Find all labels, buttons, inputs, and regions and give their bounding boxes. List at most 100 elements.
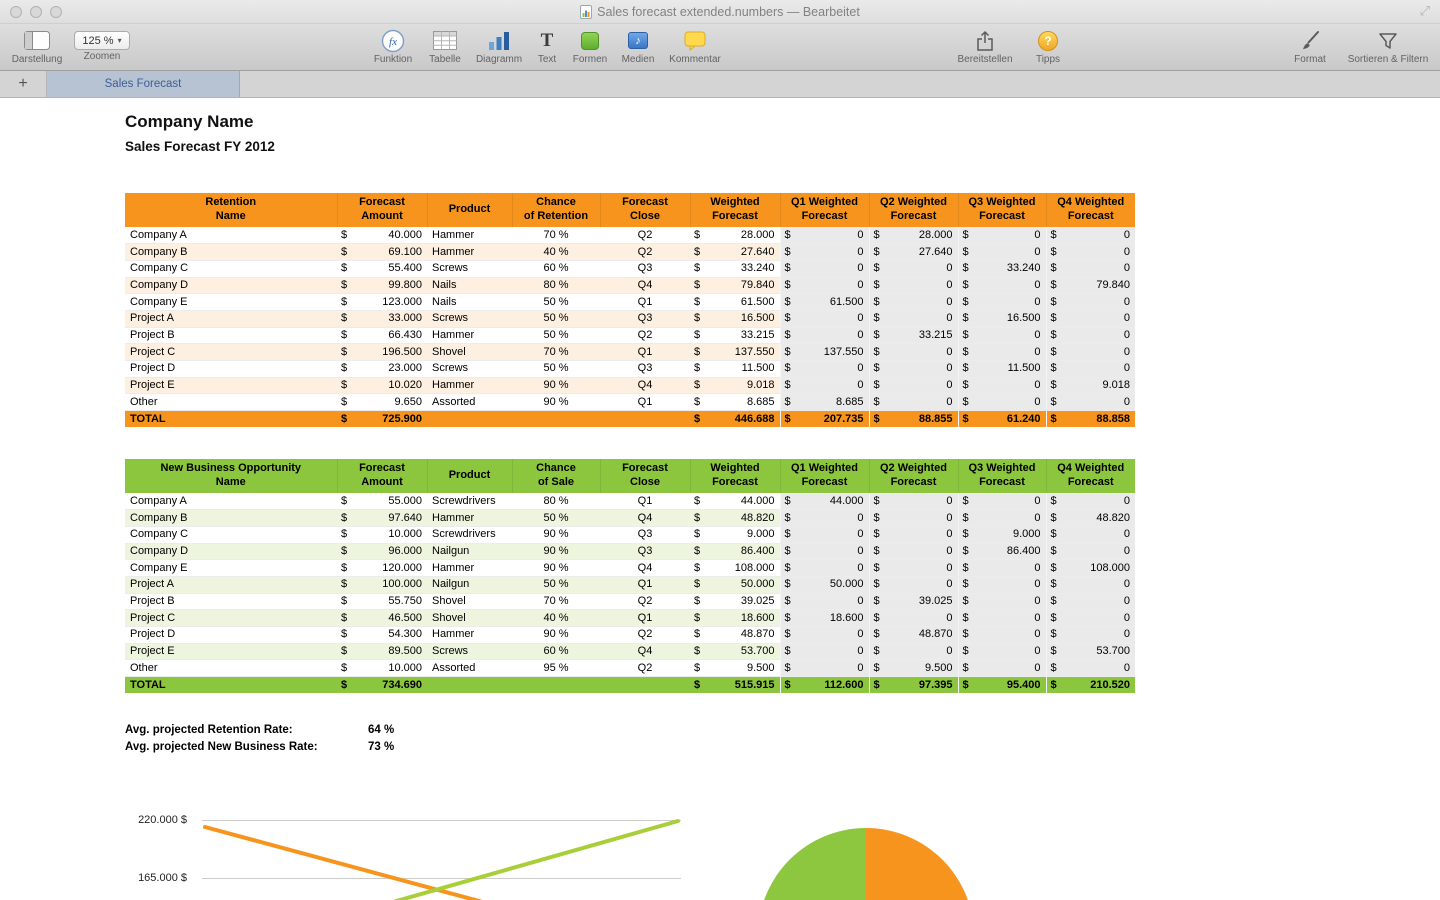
pie-chart[interactable] (758, 828, 974, 900)
cell[interactable]: Company A (125, 493, 337, 510)
cell[interactable]: Project E (125, 643, 337, 660)
text-button[interactable]: T Text (530, 24, 564, 70)
cell[interactable]: 95 % (512, 660, 600, 677)
cell[interactable]: $55.750 (337, 593, 427, 610)
cell[interactable]: 80 % (512, 277, 600, 294)
column-header[interactable]: New Business Opportunity Name (125, 459, 337, 493)
cell[interactable]: $0 (869, 543, 958, 560)
cell[interactable]: $16.500 (958, 310, 1046, 327)
cell[interactable]: Screws (427, 260, 512, 277)
sheet-subtitle[interactable]: Sales Forecast FY 2012 (125, 139, 275, 154)
cell[interactable]: $0 (780, 560, 869, 577)
cell[interactable]: $18.600 (690, 610, 780, 627)
close-button[interactable] (10, 6, 22, 18)
cell[interactable]: $137.550 (780, 344, 869, 361)
cell[interactable]: $61.500 (780, 294, 869, 311)
cell[interactable]: Hammer (427, 627, 512, 644)
cell[interactable]: 50 % (512, 327, 600, 344)
cell[interactable]: $8.685 (780, 394, 869, 411)
cell[interactable]: $0 (869, 361, 958, 378)
cell[interactable]: Assorted (427, 394, 512, 411)
cell[interactable]: $0 (780, 660, 869, 677)
cell[interactable]: Project A (125, 310, 337, 327)
cell[interactable]: 70 % (512, 593, 600, 610)
cell[interactable]: 50 % (512, 294, 600, 311)
cell[interactable]: 50 % (512, 310, 600, 327)
cell[interactable]: Other (125, 394, 337, 411)
cell[interactable]: 70 % (512, 227, 600, 244)
cell[interactable]: Project C (125, 344, 337, 361)
cell[interactable]: $0 (1046, 310, 1135, 327)
cell[interactable]: $0 (958, 327, 1046, 344)
cell[interactable]: $0 (869, 294, 958, 311)
function-button[interactable]: fx Funktion (368, 24, 418, 70)
cell[interactable]: $0 (958, 560, 1046, 577)
cell[interactable]: Q4 (600, 560, 690, 577)
cell[interactable]: Company B (125, 244, 337, 261)
cell[interactable]: 50 % (512, 510, 600, 527)
zoom-dropdown[interactable]: 125 % ▾ (74, 31, 130, 50)
cell[interactable]: $0 (1046, 493, 1135, 510)
sort-filter-button[interactable]: Sortieren & Filtern (1344, 24, 1432, 70)
cell[interactable]: Project D (125, 361, 337, 378)
cell[interactable]: Screwdrivers (427, 526, 512, 543)
cell[interactable]: $0 (1046, 394, 1135, 411)
cell[interactable]: $207.735 (780, 411, 869, 428)
cell[interactable]: $96.000 (337, 543, 427, 560)
cell[interactable]: $9.018 (690, 377, 780, 394)
cell[interactable]: $0 (869, 560, 958, 577)
add-sheet-button[interactable]: + (0, 71, 47, 97)
format-button[interactable]: Format (1288, 24, 1332, 70)
cell[interactable]: Assorted (427, 660, 512, 677)
cell[interactable]: Hammer (427, 244, 512, 261)
cell[interactable]: $8.685 (690, 394, 780, 411)
cell[interactable]: Company C (125, 260, 337, 277)
cell[interactable]: $33.240 (690, 260, 780, 277)
cell[interactable]: $33.215 (690, 327, 780, 344)
cell[interactable]: $0 (780, 327, 869, 344)
cell[interactable]: $89.500 (337, 643, 427, 660)
sheet-canvas[interactable]: Company Name Sales Forecast FY 2012 Rete… (0, 98, 1440, 900)
cell[interactable]: $50.000 (780, 576, 869, 593)
cell[interactable]: $0 (1046, 576, 1135, 593)
cell[interactable]: Q1 (600, 344, 690, 361)
cell[interactable]: Q3 (600, 310, 690, 327)
shapes-button[interactable]: Formen (568, 24, 612, 70)
cell[interactable]: $48.870 (869, 627, 958, 644)
cell[interactable]: $0 (1046, 361, 1135, 378)
cell[interactable]: Project E (125, 377, 337, 394)
cell[interactable]: $0 (780, 277, 869, 294)
cell[interactable]: $0 (780, 227, 869, 244)
cell[interactable]: 90 % (512, 394, 600, 411)
cell[interactable]: 40 % (512, 610, 600, 627)
cell[interactable]: $0 (1046, 593, 1135, 610)
cell[interactable]: Q3 (600, 526, 690, 543)
cell[interactable]: $46.500 (337, 610, 427, 627)
cell[interactable]: Shovel (427, 593, 512, 610)
tips-button[interactable]: ? Tipps (1030, 24, 1066, 70)
cell[interactable]: $50.000 (690, 576, 780, 593)
cell[interactable]: 80 % (512, 493, 600, 510)
tab-sales-forecast[interactable]: Sales Forecast (47, 71, 240, 97)
cell[interactable]: $0 (780, 643, 869, 660)
column-header[interactable]: Forecast Amount (337, 459, 427, 493)
cell[interactable]: $48.820 (1046, 510, 1135, 527)
cell[interactable]: $0 (780, 526, 869, 543)
cell[interactable]: Nails (427, 294, 512, 311)
cell[interactable]: $0 (958, 510, 1046, 527)
cell[interactable]: $0 (958, 627, 1046, 644)
cell[interactable]: $69.100 (337, 244, 427, 261)
cell[interactable]: Hammer (427, 377, 512, 394)
cell[interactable]: 90 % (512, 560, 600, 577)
cell[interactable]: $0 (958, 277, 1046, 294)
cell[interactable]: $40.000 (337, 227, 427, 244)
cell[interactable]: $16.500 (690, 310, 780, 327)
cell[interactable]: Screws (427, 643, 512, 660)
cell[interactable]: $10.000 (337, 526, 427, 543)
cell[interactable] (600, 677, 690, 694)
cell[interactable]: Project C (125, 610, 337, 627)
cell[interactable]: $39.025 (690, 593, 780, 610)
cell[interactable]: $0 (958, 593, 1046, 610)
cell[interactable]: $53.700 (690, 643, 780, 660)
cell[interactable]: Q4 (600, 510, 690, 527)
